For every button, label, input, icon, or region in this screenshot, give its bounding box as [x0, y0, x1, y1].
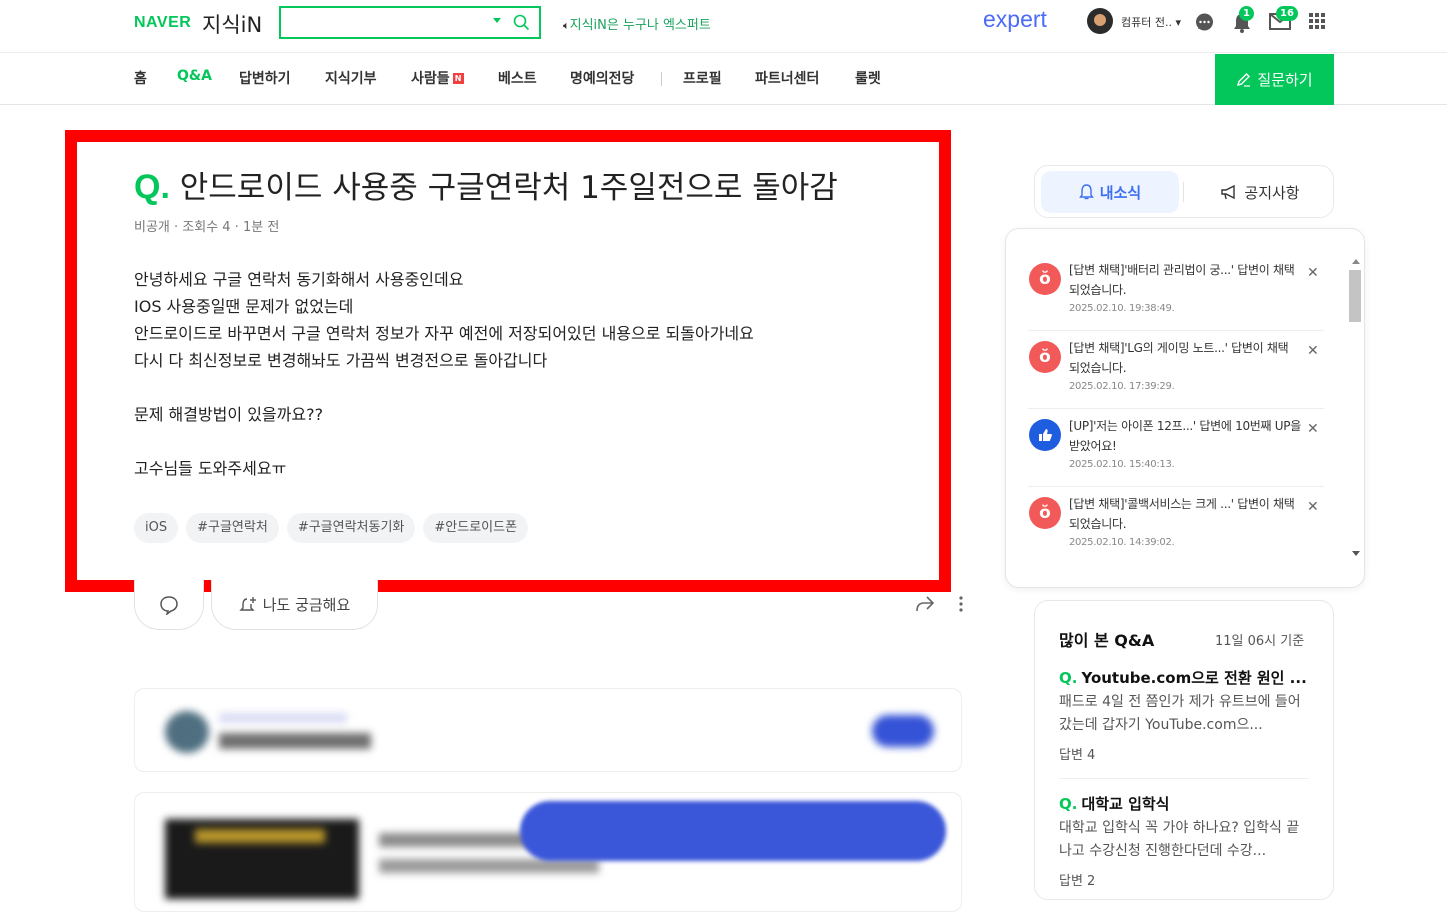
blurred-answerer-card: [134, 688, 962, 772]
expert-logo[interactable]: expert: [983, 6, 1047, 33]
pencil-icon: [1237, 73, 1251, 87]
adopt-icon: ŏ: [1029, 263, 1061, 295]
nav-divider: [661, 72, 662, 86]
curious-button[interactable]: 나도 궁금해요: [211, 580, 378, 630]
scroll-down-icon[interactable]: [1352, 551, 1360, 556]
nav-best[interactable]: 베스트: [498, 68, 537, 88]
nav-donation[interactable]: 지식기부: [325, 68, 377, 88]
scroll-up-icon[interactable]: [1352, 259, 1360, 264]
close-icon[interactable]: ✕: [1307, 343, 1319, 359]
bell-plus-icon: [239, 596, 256, 611]
notification-panel: ŏ [답변 채택]'배터리 관리법이 궁...' 답변이 채택되었습니다. 20…: [1005, 228, 1365, 588]
tab-divider: [1183, 182, 1184, 202]
scrollbar-thumb[interactable]: [1349, 270, 1361, 322]
username-menu[interactable]: 컴퓨터 전.. ▾: [1121, 14, 1181, 30]
notification-item[interactable]: ŏ [답변 채택]'콜백서비스는 크게 ...' 답변이 채택되었습니다. 20…: [1028, 487, 1324, 565]
close-icon[interactable]: ✕: [1307, 265, 1319, 281]
side-tabs: 내소식 공지사항: [1034, 165, 1334, 218]
adopt-icon: ŏ: [1029, 341, 1061, 373]
nav-qna[interactable]: Q&A: [177, 68, 212, 84]
popular-title: 많이 본 Q&A: [1059, 631, 1155, 650]
search-input[interactable]: [287, 12, 477, 34]
ask-question-button[interactable]: 질문하기: [1215, 54, 1334, 105]
notification-item[interactable]: ŏ [답변 채택]'LG의 게이밍 노트...' 답변이 채택 되었습니다. 2…: [1028, 331, 1324, 409]
notification-badge: 1: [1239, 6, 1254, 21]
nav-roulette[interactable]: 룰렛: [855, 68, 881, 88]
naver-logo[interactable]: NAVER: [134, 14, 191, 32]
more-options-icon[interactable]: [957, 596, 965, 612]
apps-grid-icon[interactable]: [1309, 13, 1325, 29]
close-icon[interactable]: ✕: [1307, 499, 1319, 515]
promo-link[interactable]: 🔈︎지식iN은 누구나 엑스퍼트: [563, 14, 711, 33]
search-icon[interactable]: [513, 14, 530, 31]
nav-hall-of-fame[interactable]: 명예의전당: [570, 68, 634, 88]
thumbs-up-icon: [1029, 419, 1061, 451]
popular-item[interactable]: Q. Youtube.com으로 전환 원인 ... 패드로 4일 전 쯤인가 제…: [1059, 667, 1309, 763]
highlight-box: [65, 130, 951, 592]
mail-badge: 16: [1276, 6, 1298, 21]
adopt-icon: ŏ: [1029, 497, 1061, 529]
nav-people[interactable]: 사람들 N: [411, 68, 464, 88]
new-badge: N: [452, 73, 464, 84]
popular-basis-time: 11일 06시 기준: [1215, 634, 1305, 649]
bell-icon: [1078, 184, 1094, 200]
close-icon[interactable]: ✕: [1307, 421, 1319, 437]
megaphone-icon: [1221, 184, 1236, 199]
share-icon[interactable]: [915, 595, 935, 613]
tab-my-news[interactable]: 내소식: [1041, 171, 1179, 213]
top-bar: NAVER 지식iN 🔈︎지식iN은 누구나 엑스퍼트 expert 컴퓨터 전…: [0, 0, 1447, 53]
nav-partner-center[interactable]: 파트너센터: [755, 68, 819, 88]
jisikin-logo[interactable]: 지식iN: [202, 9, 262, 39]
search-box[interactable]: [279, 6, 541, 39]
nav-home[interactable]: 홈: [134, 68, 147, 88]
search-dropdown-icon[interactable]: [493, 18, 501, 23]
notification-item[interactable]: ŏ [답변 채택]'배터리 관리법이 궁...' 답변이 채택되었습니다. 20…: [1028, 253, 1324, 331]
popular-item[interactable]: Q. 대학교 입학식 대학교 입학식 꼭 가야 하나요? 입학식 끝나고 수강신청…: [1059, 793, 1309, 889]
notification-item[interactable]: [UP]'저는 아이폰 12프...' 답변에 10번째 UP을 받았어요! 2…: [1028, 409, 1324, 487]
nav-answer[interactable]: 답변하기: [239, 68, 291, 88]
nav-profile[interactable]: 프로필: [683, 68, 722, 88]
comment-button[interactable]: [134, 580, 204, 630]
avatar[interactable]: [1087, 8, 1113, 34]
blurred-answer-button[interactable]: [520, 801, 946, 861]
tab-notice[interactable]: 공지사항: [1191, 171, 1329, 213]
comment-icon: [160, 595, 178, 615]
divider: [1059, 778, 1309, 779]
popular-qna-panel: 많이 본 Q&A 11일 06시 기준 Q. Youtube.com으로 전환 원…: [1034, 600, 1334, 900]
chat-icon[interactable]: [1194, 12, 1215, 33]
speaker-icon: 🔈︎: [563, 19, 570, 32]
